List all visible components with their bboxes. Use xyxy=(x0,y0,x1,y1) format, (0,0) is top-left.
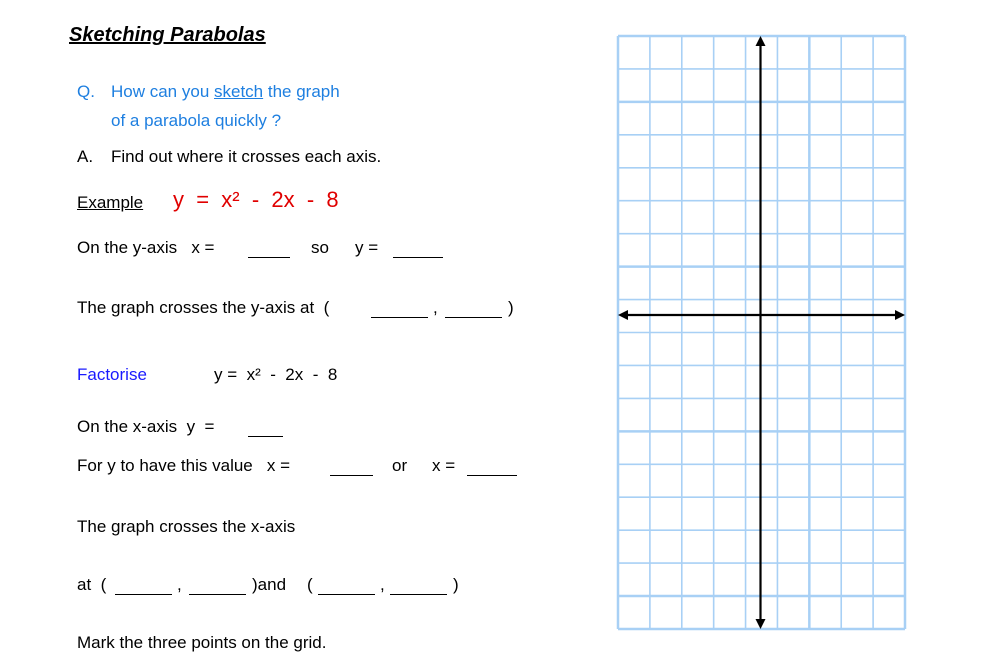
arrow-down-icon xyxy=(755,619,766,629)
arrow-right-icon xyxy=(895,310,905,321)
arrow-left-icon xyxy=(618,310,628,321)
graph-grid[interactable] xyxy=(0,0,1006,670)
arrow-up-icon xyxy=(755,36,766,46)
